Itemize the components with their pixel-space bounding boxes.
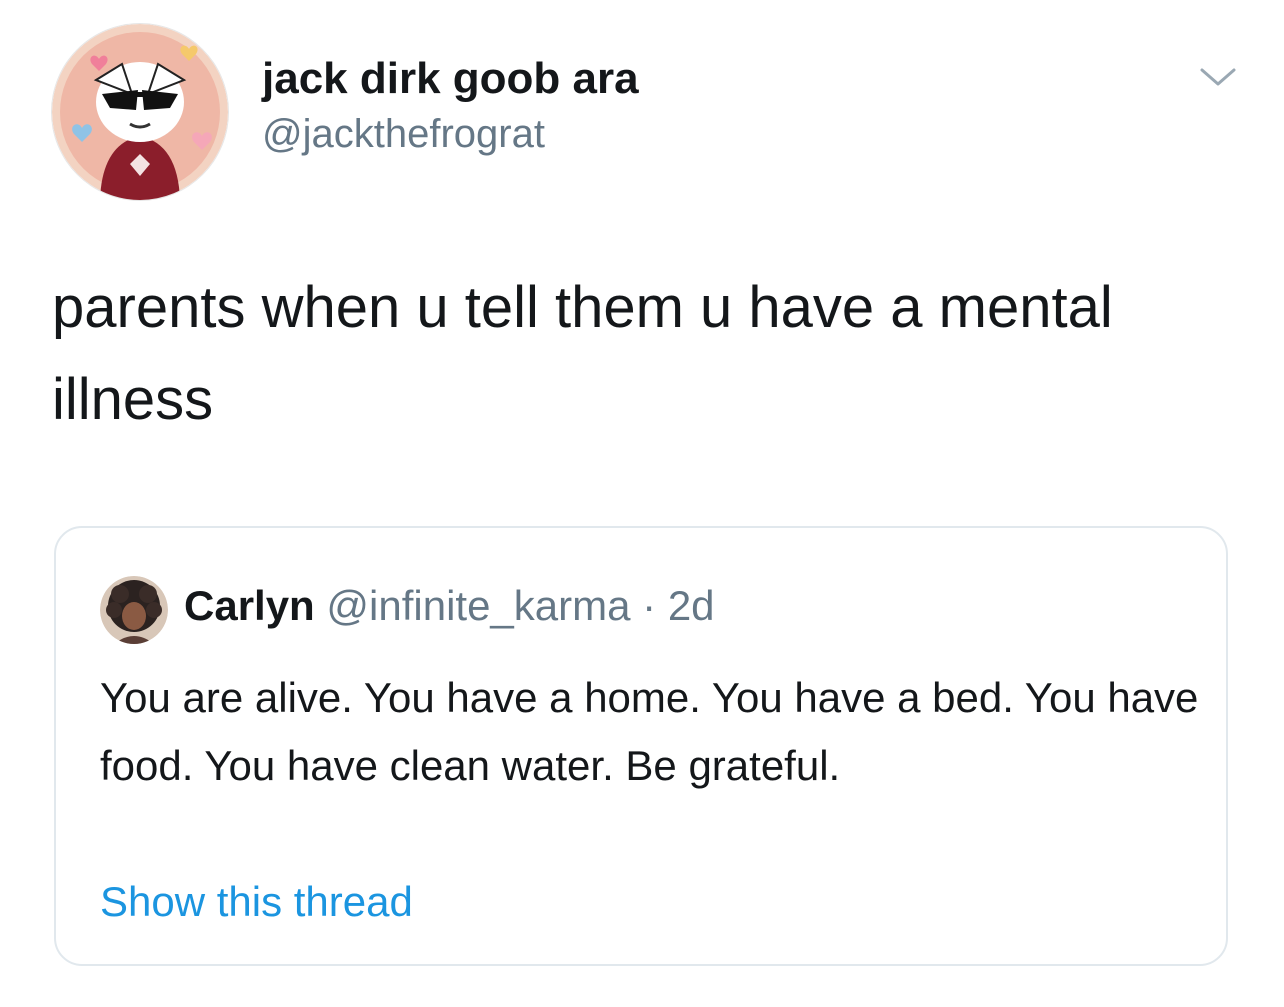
author-handle[interactable]: @jackthefrograt	[262, 112, 545, 157]
quoted-separator: ·	[642, 582, 657, 629]
user-photo-avatar-icon	[100, 576, 168, 644]
tweet: jack dirk goob ara @jackthefrograt paren…	[0, 0, 1284, 1007]
quoted-author-handle[interactable]: @infinite_karma	[326, 582, 630, 629]
show-thread-link[interactable]: Show this thread	[100, 878, 413, 926]
tweet-text: parents when u tell them u have a mental…	[52, 275, 1113, 432]
quoted-author-name[interactable]: Carlyn	[184, 582, 315, 629]
quoted-tweet-text: You are alive. You have a home. You have…	[100, 674, 1199, 789]
author-avatar[interactable]	[52, 24, 228, 200]
cartoon-character-avatar-icon	[52, 24, 228, 200]
quoted-author-avatar[interactable]	[100, 576, 168, 644]
quoted-tweet-card[interactable]: Carlyn @infinite_karma · 2d You are aliv…	[54, 526, 1228, 966]
quoted-tweet-header: Carlyn @infinite_karma · 2d	[184, 582, 715, 630]
quoted-timestamp[interactable]: 2d	[668, 582, 715, 629]
chevron-down-icon[interactable]	[1196, 60, 1240, 94]
author-name[interactable]: jack dirk goob ara	[262, 54, 639, 104]
